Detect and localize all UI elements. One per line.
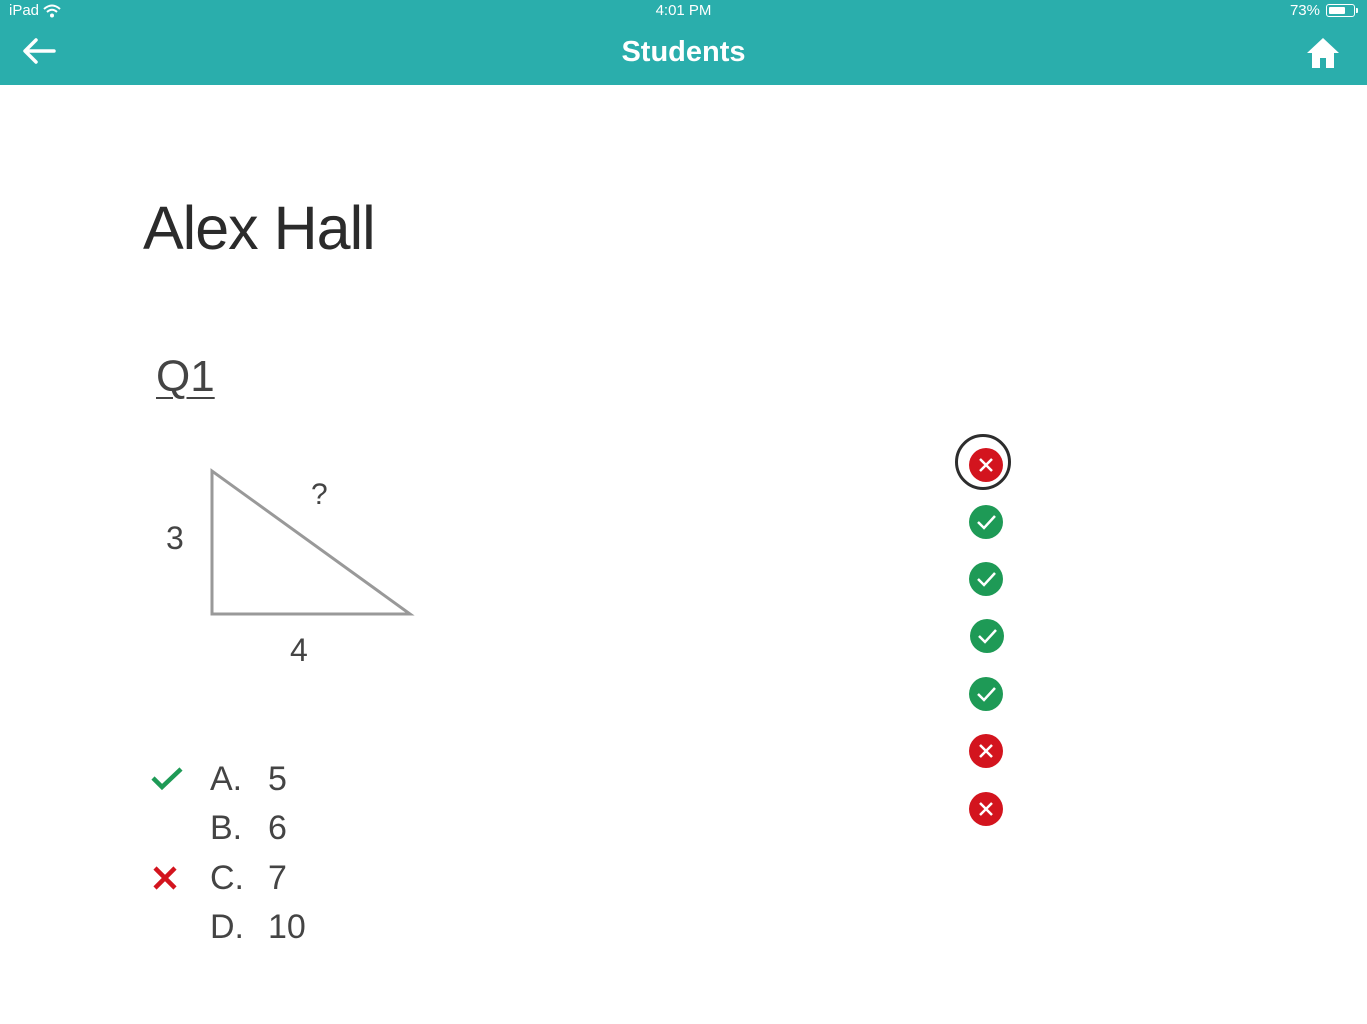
status-battery: 73% <box>1289 2 1358 19</box>
answer-option-c[interactable]: C. 7 <box>150 854 370 902</box>
home-icon <box>1307 38 1339 68</box>
side-label-hypotenuse: ? <box>311 478 328 511</box>
result-q4-correct[interactable] <box>969 618 1005 654</box>
incorrect-circle-icon <box>969 448 1003 482</box>
triangle-diagram <box>210 468 415 616</box>
answer-value: 6 <box>268 808 287 847</box>
answer-value: 7 <box>268 858 287 897</box>
incorrect-circle-icon <box>969 792 1003 826</box>
correct-circle-icon <box>970 619 1004 653</box>
answer-letter: B. <box>210 808 243 847</box>
answer-option-d[interactable]: D. 10 <box>150 903 370 951</box>
correct-circle-icon <box>969 562 1003 596</box>
correct-circle-icon <box>969 505 1003 539</box>
side-label-horizontal: 4 <box>290 632 308 668</box>
answer-value: 5 <box>268 759 287 798</box>
answer-letter: C. <box>210 858 244 897</box>
result-q5-correct[interactable] <box>968 676 1004 712</box>
home-button[interactable] <box>1305 36 1341 70</box>
result-q3-correct[interactable] <box>968 561 1004 597</box>
result-q1-incorrect[interactable] <box>955 434 1011 490</box>
answer-letter: A. <box>210 759 243 798</box>
result-q7-incorrect[interactable] <box>968 791 1004 827</box>
result-q6-incorrect[interactable] <box>968 733 1004 769</box>
battery-percent: 73% <box>1289 2 1320 19</box>
answer-option-b[interactable]: B. 6 <box>150 804 370 852</box>
result-q2-correct[interactable] <box>968 504 1004 540</box>
correct-circle-icon <box>969 677 1003 711</box>
correct-check-icon <box>150 755 210 803</box>
side-label-vertical: 3 <box>166 520 184 556</box>
battery-icon <box>1326 4 1358 17</box>
answer-option-a[interactable]: A. 5 <box>150 755 370 803</box>
incorrect-x-icon <box>150 854 210 902</box>
answer-value: 10 <box>268 907 306 946</box>
incorrect-circle-icon <box>969 734 1003 768</box>
answer-letter: D. <box>210 907 244 946</box>
